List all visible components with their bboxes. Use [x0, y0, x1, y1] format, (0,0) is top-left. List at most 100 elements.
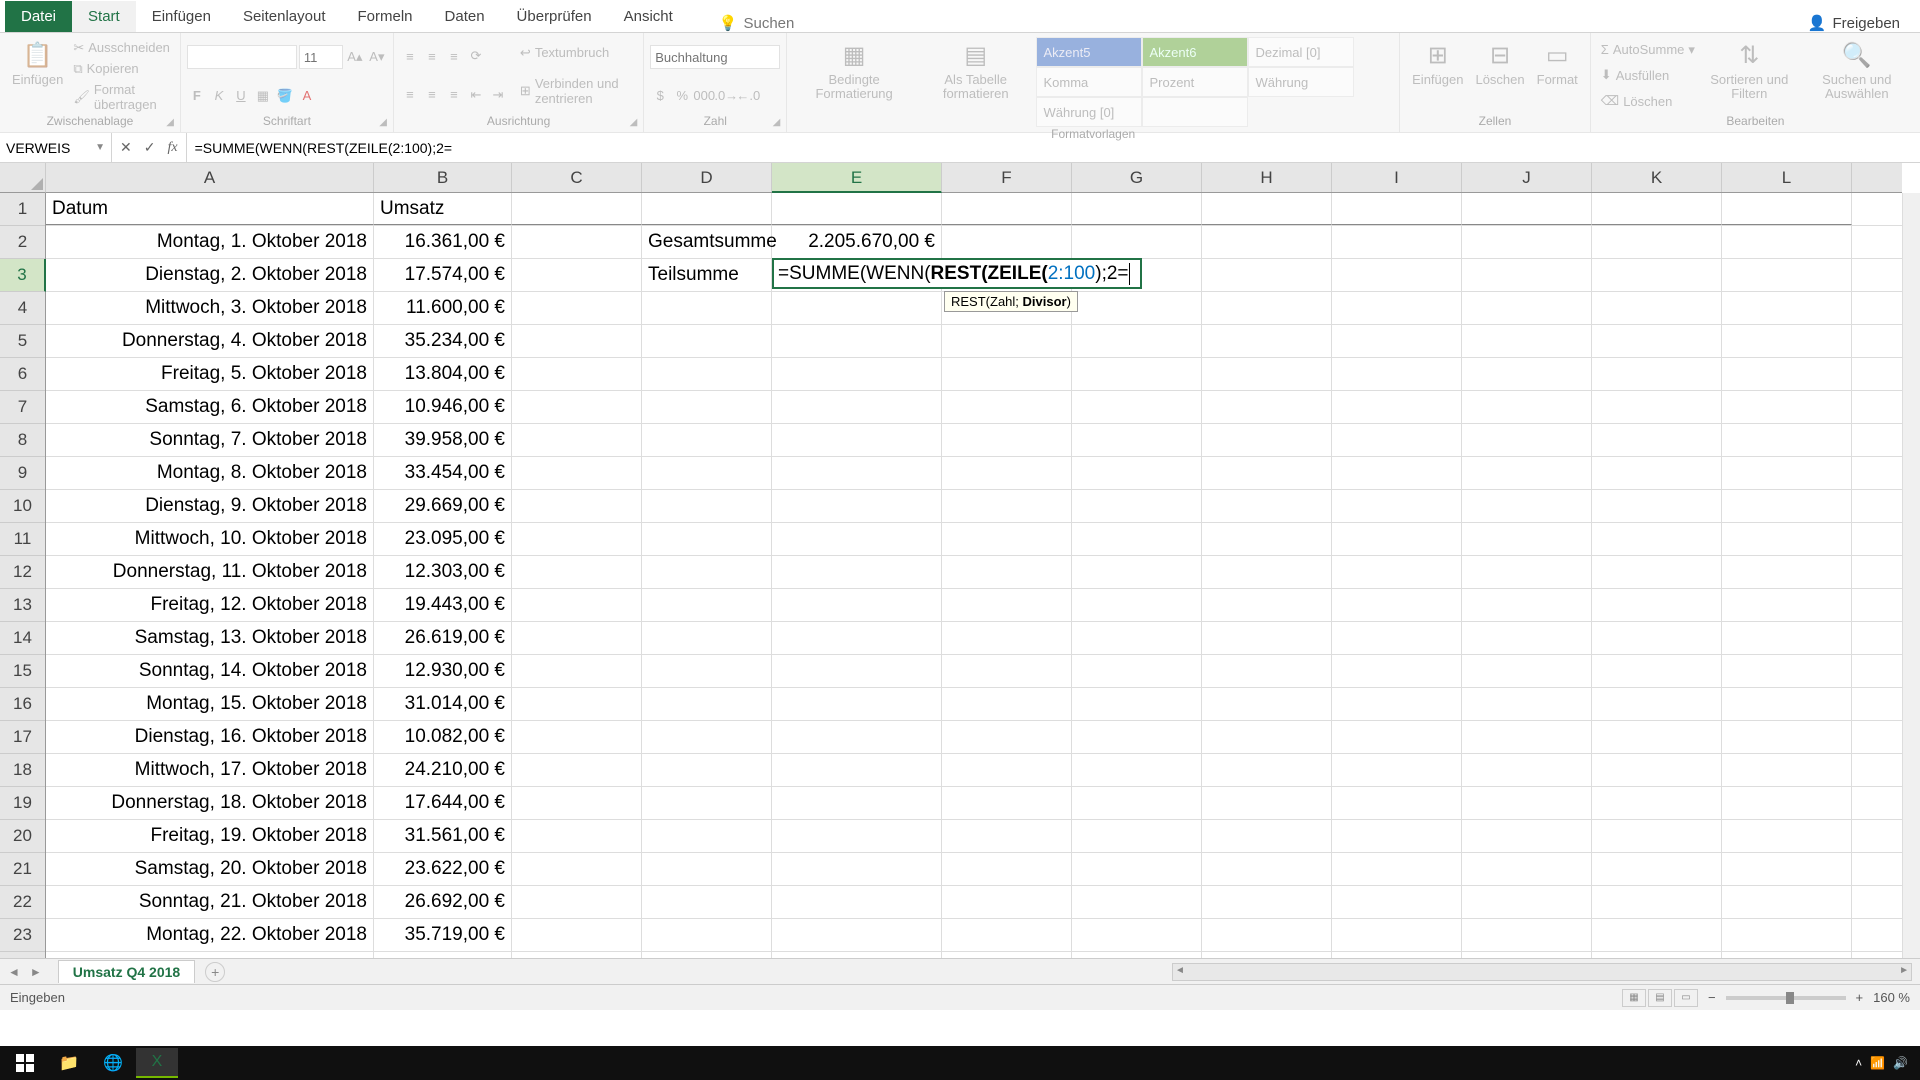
cell[interactable]: 12.303,00 €: [374, 556, 512, 588]
cell[interactable]: [1072, 655, 1202, 687]
cell[interactable]: [1462, 523, 1592, 555]
cell[interactable]: [512, 589, 642, 621]
cell[interactable]: [1072, 193, 1202, 225]
cell[interactable]: Sonntag, 14. Oktober 2018: [46, 655, 374, 687]
cell[interactable]: [1072, 919, 1202, 951]
cell[interactable]: [772, 655, 942, 687]
cell[interactable]: [942, 688, 1072, 720]
cell[interactable]: [1072, 358, 1202, 390]
cell[interactable]: [942, 655, 1072, 687]
sheet-nav-last[interactable]: ►: [30, 965, 42, 979]
cell[interactable]: [1722, 292, 1852, 324]
cell[interactable]: [512, 952, 642, 958]
cell[interactable]: [772, 325, 942, 357]
cell[interactable]: [642, 655, 772, 687]
cell[interactable]: [512, 193, 642, 225]
cell[interactable]: [1592, 391, 1722, 423]
cell[interactable]: [642, 193, 772, 225]
cell[interactable]: [1462, 952, 1592, 958]
cell[interactable]: [1462, 391, 1592, 423]
cell[interactable]: [1332, 226, 1462, 258]
cell[interactable]: [512, 787, 642, 819]
cell[interactable]: [1462, 655, 1592, 687]
column-header[interactable]: C: [512, 163, 642, 192]
cell[interactable]: [772, 820, 942, 852]
font-name-select[interactable]: [187, 45, 297, 69]
currency-button[interactable]: $: [650, 86, 670, 106]
cell[interactable]: [1722, 457, 1852, 489]
cell[interactable]: [642, 325, 772, 357]
cell[interactable]: 10.946,00 €: [374, 391, 512, 423]
cell[interactable]: 17.644,00 €: [374, 787, 512, 819]
row-header[interactable]: 22: [0, 886, 45, 919]
cell[interactable]: [1592, 589, 1722, 621]
vertical-scrollbar[interactable]: [1902, 193, 1920, 958]
format-painter-button[interactable]: 🖌Format übertragen: [69, 81, 174, 113]
view-normal-button[interactable]: ▦: [1622, 989, 1646, 1007]
cell[interactable]: [1072, 721, 1202, 753]
file-explorer-button[interactable]: 📁: [48, 1048, 90, 1078]
cancel-formula-button[interactable]: ✕: [120, 139, 132, 156]
cell[interactable]: Mittwoch, 10. Oktober 2018: [46, 523, 374, 555]
row-header[interactable]: 5: [0, 325, 45, 358]
dec-decimal-button[interactable]: ←.0: [738, 86, 758, 106]
row-header[interactable]: 6: [0, 358, 45, 391]
row-header[interactable]: 14: [0, 622, 45, 655]
cell[interactable]: 31.561,00 €: [374, 820, 512, 852]
column-header[interactable]: G: [1072, 163, 1202, 192]
cell[interactable]: [1722, 391, 1852, 423]
row-header[interactable]: 3: [0, 259, 46, 292]
style-akzent6[interactable]: Akzent6: [1142, 37, 1248, 67]
cell[interactable]: [512, 556, 642, 588]
cell[interactable]: [1462, 622, 1592, 654]
edge-button[interactable]: 🌐: [92, 1048, 134, 1078]
cell[interactable]: [642, 589, 772, 621]
cell[interactable]: 2.205.670,00 €: [772, 226, 942, 258]
cell[interactable]: 31.014,00 €: [374, 688, 512, 720]
cell[interactable]: [642, 853, 772, 885]
row-header[interactable]: 7: [0, 391, 45, 424]
cell[interactable]: [1332, 820, 1462, 852]
sheet-tab-active[interactable]: Umsatz Q4 2018: [58, 960, 195, 983]
cell[interactable]: Gesamtsumme: [642, 226, 772, 258]
format-cells-button[interactable]: ▭Format: [1531, 37, 1584, 114]
cell[interactable]: [642, 820, 772, 852]
cell[interactable]: [1332, 490, 1462, 522]
cell[interactable]: [1462, 292, 1592, 324]
row-header[interactable]: 4: [0, 292, 45, 325]
cell[interactable]: [642, 556, 772, 588]
cell[interactable]: [942, 589, 1072, 621]
cell[interactable]: [1202, 952, 1332, 958]
inc-decimal-button[interactable]: .0→: [716, 86, 736, 106]
cell[interactable]: [1722, 919, 1852, 951]
cell[interactable]: [1202, 754, 1332, 786]
cell[interactable]: [1722, 853, 1852, 885]
cell[interactable]: [642, 358, 772, 390]
cell[interactable]: Dienstag, 16. Oktober 2018: [46, 721, 374, 753]
cell[interactable]: [1332, 457, 1462, 489]
conditional-formatting-button[interactable]: ▦Bedingte Formatierung: [793, 37, 915, 127]
cell[interactable]: Montag, 15. Oktober 2018: [46, 688, 374, 720]
row-header[interactable]: 15: [0, 655, 45, 688]
style-prozent[interactable]: Prozent: [1142, 67, 1248, 97]
name-box[interactable]: VERWEIS ▼: [0, 133, 112, 162]
cell[interactable]: [1332, 523, 1462, 555]
cell[interactable]: 23.095,00 €: [374, 523, 512, 555]
tab-pagelayout[interactable]: Seitenlayout: [227, 1, 342, 32]
row-header[interactable]: 24: [0, 952, 45, 958]
cell[interactable]: [642, 886, 772, 918]
excel-button[interactable]: X: [136, 1048, 178, 1078]
cell[interactable]: 39.958,00 €: [374, 424, 512, 456]
merge-center-button[interactable]: ⊞Verbinden und zentrieren: [516, 75, 637, 107]
cell[interactable]: [1592, 622, 1722, 654]
cell[interactable]: [512, 820, 642, 852]
cell[interactable]: [1462, 721, 1592, 753]
cell[interactable]: [642, 787, 772, 819]
cell[interactable]: [772, 787, 942, 819]
row-header[interactable]: 17: [0, 721, 45, 754]
cell[interactable]: [942, 325, 1072, 357]
cell[interactable]: [1202, 292, 1332, 324]
column-header[interactable]: F: [942, 163, 1072, 192]
add-sheet-button[interactable]: +: [205, 962, 225, 982]
cell[interactable]: [772, 688, 942, 720]
